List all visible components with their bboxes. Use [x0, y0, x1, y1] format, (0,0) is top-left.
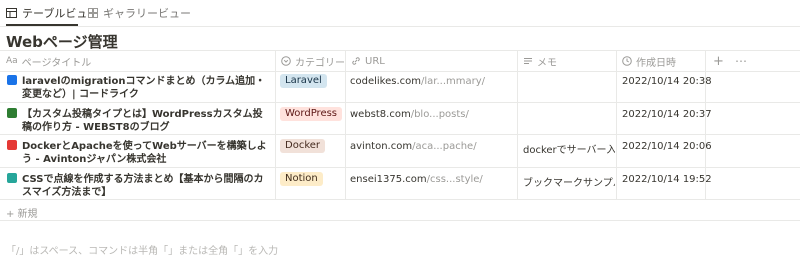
url-domain: avinton.com [350, 141, 413, 152]
table-icon [6, 8, 17, 18]
favicon-icon [7, 173, 17, 183]
url-path: /aca...pache/ [412, 141, 477, 152]
table-row[interactable]: 【カスタム投稿タイプとは】WordPressカスタム投稿の作り方 - WEBST… [0, 103, 800, 135]
favicon-icon [7, 108, 17, 118]
new-row-button[interactable]: + 新規 [6, 205, 38, 220]
row-created-date: 2022/10/14 19:52 [622, 174, 712, 185]
row-url[interactable]: ensei1375.com/css...style/ [350, 174, 515, 185]
row-url[interactable]: avinton.com/aca...pache/ [350, 141, 515, 152]
row-memo[interactable]: ブックマークサンプル [523, 174, 615, 189]
tab-table-view-label: テーブルビュー [22, 7, 99, 20]
category-tag[interactable]: Notion [280, 172, 323, 186]
row-title[interactable]: CSSで点線を作成する方法まとめ【基本から間隔のカスマイズ方法まで】 [22, 173, 272, 199]
url-path: /css...style/ [426, 174, 483, 185]
category-tag[interactable]: Laravel [280, 74, 327, 88]
column-header-created[interactable]: 作成日時 [622, 51, 676, 71]
title-icon: Aa [6, 56, 18, 66]
page-title[interactable]: Webページ管理 [6, 31, 118, 52]
add-column-button[interactable]: + [713, 51, 724, 71]
url-path: /lar...mmary/ [421, 76, 486, 87]
view-tabs: テーブルビュー ギャラリービュー [0, 0, 800, 27]
favicon-icon [7, 75, 17, 85]
row-url[interactable]: codelikes.com/lar...mmary/ [350, 76, 515, 87]
url-domain: webst8.com [350, 109, 411, 120]
category-tag[interactable]: Docker [280, 139, 326, 153]
category-tag[interactable]: WordPress [280, 107, 343, 121]
row-created-date: 2022/10/14 20:37 [622, 109, 712, 120]
column-header-title-label: ページタイトル [21, 57, 92, 69]
table-bottom-divider [0, 220, 800, 221]
row-url[interactable]: webst8.com/blo...posts/ [350, 109, 515, 120]
text-lines-icon [524, 58, 532, 64]
row-title[interactable]: DockerとApacheを使ってWebサーバーを構築しよう - Avinton… [22, 140, 272, 166]
select-icon [281, 56, 291, 66]
url-domain: ensei1375.com [350, 174, 427, 185]
command-hint: 「/」はスペース、コマンドは半角「」または全角「」を入力 [6, 246, 279, 257]
tab-table-view[interactable]: テーブルビュー [6, 4, 98, 22]
url-domain: codelikes.com [350, 76, 422, 87]
row-title[interactable]: 【カスタム投稿タイプとは】WordPressカスタム投稿の作り方 - WEBST… [22, 108, 272, 134]
more-options-button[interactable]: ⋯ [735, 51, 747, 71]
column-header-title[interactable]: Aa ページタイトル [6, 51, 91, 71]
favicon-icon [7, 140, 17, 150]
column-header-category-label: カテゴリー [295, 57, 345, 69]
active-tab-indicator [6, 24, 78, 26]
url-path: /blo...posts/ [410, 109, 469, 120]
row-memo[interactable]: dockerでサーバー入る [523, 141, 615, 156]
clock-icon [622, 56, 632, 66]
tab-gallery-view[interactable]: ギャラリービュー [88, 4, 191, 22]
url-link-icon [352, 57, 360, 65]
table-row[interactable]: DockerとApacheを使ってWebサーバーを構築しよう - Avinton… [0, 135, 800, 168]
table-row[interactable]: laravelのmigrationコマンドまとめ（カラム追加・変更など）| コー… [0, 70, 800, 103]
row-title[interactable]: laravelのmigrationコマンドまとめ（カラム追加・変更など）| コー… [22, 75, 272, 101]
column-header-category[interactable]: カテゴリー [281, 51, 345, 71]
column-header-url[interactable]: URL [351, 51, 385, 71]
column-header-created-label: 作成日時 [636, 57, 676, 69]
table-header: Aa ページタイトル カテゴリー URL メモ 作成日時 + ⋯ [0, 50, 800, 72]
tab-gallery-view-label: ギャラリービュー [103, 7, 191, 20]
gallery-icon [88, 8, 98, 18]
row-created-date: 2022/10/14 20:06 [622, 141, 712, 152]
column-header-memo[interactable]: メモ [523, 51, 557, 71]
table-row[interactable]: CSSで点線を作成する方法まとめ【基本から間隔のカスマイズ方法まで】 Notio… [0, 168, 800, 200]
row-created-date: 2022/10/14 20:38 [622, 76, 712, 87]
column-header-memo-label: メモ [537, 57, 557, 69]
column-header-url-label: URL [365, 55, 385, 67]
